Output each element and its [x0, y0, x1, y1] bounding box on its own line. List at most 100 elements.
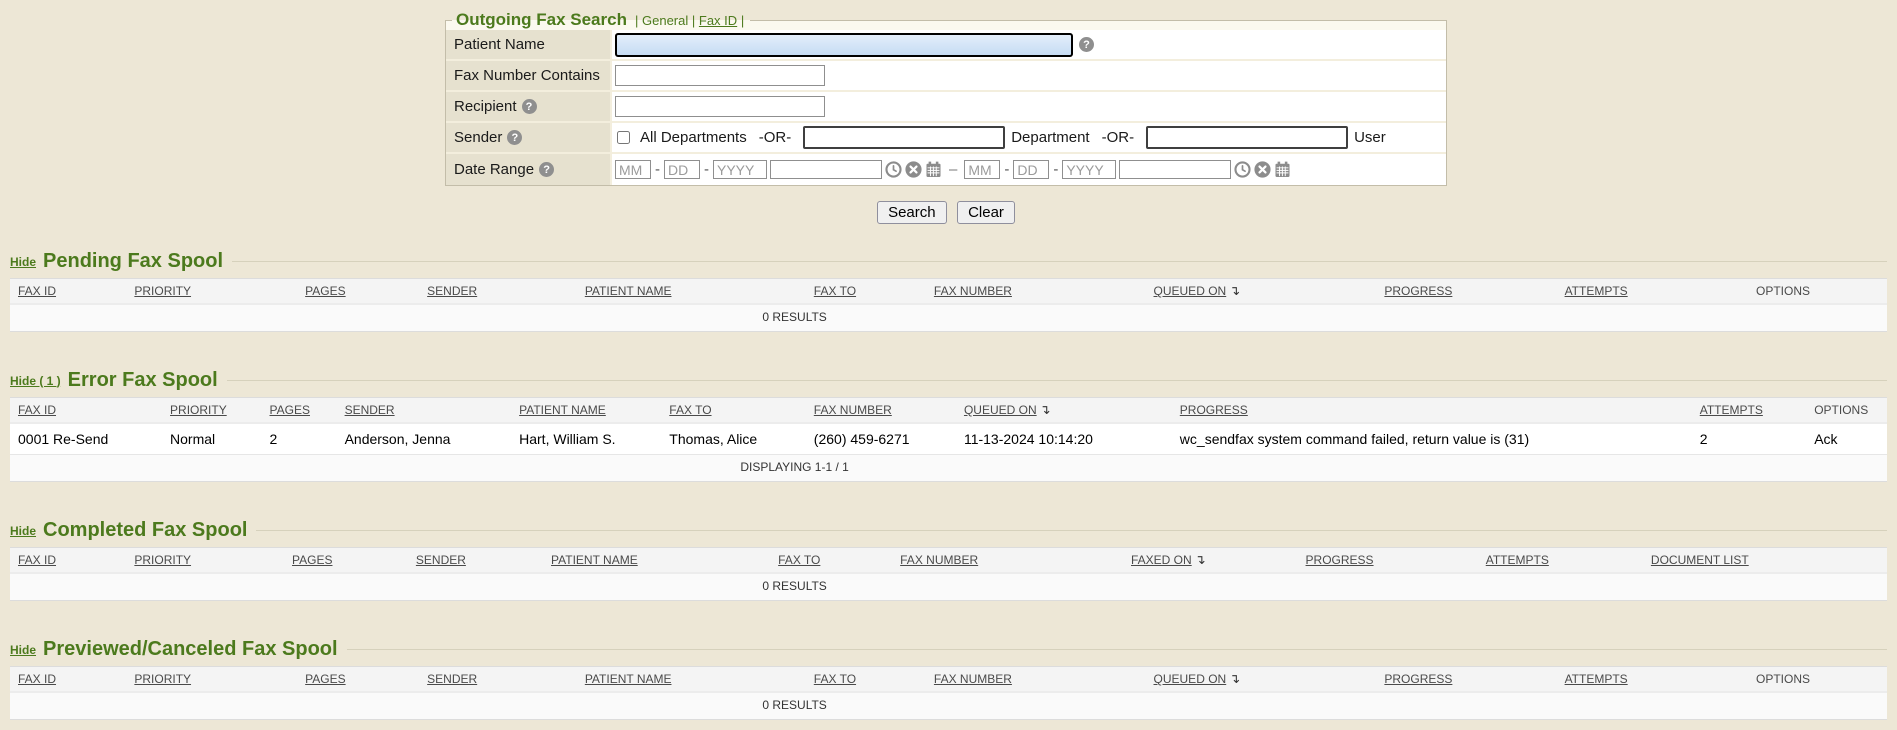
column-header[interactable]: ATTEMPTS [1486, 553, 1549, 567]
fax-number-input[interactable] [615, 65, 825, 86]
column-header-cell: SENDER [337, 398, 512, 424]
column-header[interactable]: FAX TO [778, 553, 820, 567]
clear-date-icon[interactable] [905, 161, 922, 178]
heading-rule [256, 530, 1887, 531]
recipient-input[interactable] [615, 96, 825, 117]
hide-link[interactable]: Hide [10, 643, 36, 657]
table-cell: Thomas, Alice [661, 423, 806, 455]
column-header-cell: PRIORITY [126, 667, 297, 693]
column-header[interactable]: PROGRESS [1384, 672, 1452, 686]
column-header[interactable]: SENDER [345, 403, 395, 417]
column-header-cell: FAX NUMBER [892, 548, 1123, 574]
column-header[interactable]: FAXED ON [1131, 553, 1192, 567]
hide-link[interactable]: Hide ( 1 ) [10, 374, 61, 388]
clear-button[interactable]: Clear [957, 201, 1015, 224]
column-header[interactable]: FAX NUMBER [934, 672, 1012, 686]
user-label: User [1354, 129, 1386, 146]
table-cell: 2 [262, 423, 337, 455]
clock-icon[interactable] [1234, 161, 1251, 178]
column-header[interactable]: PRIORITY [170, 403, 227, 417]
column-header[interactable]: PAGES [292, 553, 332, 567]
column-header[interactable]: FAX TO [814, 672, 856, 686]
column-header-cell: DOCUMENT LIST [1643, 548, 1887, 574]
column-header[interactable]: PROGRESS [1384, 284, 1452, 298]
patient-name-input[interactable] [615, 33, 1073, 57]
calendar-icon[interactable] [1274, 161, 1291, 178]
header-row: FAX ID PRIORITY PAGES SENDER PATIENT NAME FAX… [10, 398, 1887, 424]
column-header[interactable]: PRIORITY [134, 672, 191, 686]
clock-icon[interactable] [885, 161, 902, 178]
table-cell: Hart, William S. [511, 423, 661, 455]
column-header[interactable]: FAX NUMBER [814, 403, 892, 417]
to-year-input[interactable] [1062, 160, 1116, 179]
column-header[interactable]: QUEUED ON [1154, 672, 1227, 686]
column-header[interactable]: QUEUED ON [964, 403, 1037, 417]
column-header[interactable]: PATIENT NAME [519, 403, 606, 417]
column-header[interactable]: QUEUED ON [1154, 284, 1227, 298]
column-header[interactable]: ATTEMPTS [1700, 403, 1763, 417]
sort-desc-icon: ↴ [1195, 552, 1206, 568]
column-header[interactable]: FAX ID [18, 672, 56, 686]
column-header-cell: FAX TO [661, 398, 806, 424]
column-header[interactable]: PROGRESS [1306, 553, 1374, 567]
column-header[interactable]: FAX NUMBER [900, 553, 978, 567]
column-header[interactable]: DOCUMENT LIST [1651, 553, 1749, 567]
column-header[interactable]: FAX TO [814, 284, 856, 298]
hide-link[interactable]: Hide [10, 524, 36, 538]
column-header-cell: FAX TO [770, 548, 892, 574]
help-icon[interactable]: ? [522, 99, 537, 114]
fax-id-search-link[interactable]: Fax ID [699, 13, 737, 28]
column-header[interactable]: FAX TO [669, 403, 711, 417]
department-input[interactable] [803, 126, 1005, 149]
column-header[interactable]: PRIORITY [134, 284, 191, 298]
results-count: 0 RESULTS [10, 579, 1579, 593]
results-count: 0 RESULTS [10, 310, 1579, 324]
column-header-cell: FAX ID [10, 398, 162, 424]
separator: | [635, 13, 638, 28]
column-header-cell: OPTIONS [1748, 279, 1887, 305]
all-departments-checkbox[interactable] [617, 131, 630, 144]
department-label: Department [1011, 129, 1089, 146]
column-header[interactable]: PROGRESS [1180, 403, 1248, 417]
to-time-input[interactable] [1119, 160, 1231, 179]
column-header-cell: PATIENT NAME [577, 667, 806, 693]
column-header[interactable]: PAGES [305, 284, 345, 298]
column-header[interactable]: FAX ID [18, 403, 56, 417]
column-header[interactable]: PATIENT NAME [585, 284, 672, 298]
from-month-input[interactable] [615, 160, 651, 179]
all-departments-label: All Departments [640, 129, 747, 146]
fax-spool-sections: HidePending Fax SpoolFAX IDPRIORITYPAGES… [10, 250, 1887, 720]
user-input[interactable] [1146, 126, 1348, 149]
to-day-input[interactable] [1013, 160, 1049, 179]
column-header[interactable]: ATTEMPTS [1565, 284, 1628, 298]
from-time-input[interactable] [770, 160, 882, 179]
help-icon[interactable]: ? [539, 162, 554, 177]
column-header[interactable]: PAGES [270, 403, 310, 417]
column-header[interactable]: PRIORITY [134, 553, 191, 567]
column-header[interactable]: PAGES [305, 672, 345, 686]
general-search-link[interactable]: General [642, 13, 688, 28]
column-header-cell: FAX NUMBER [926, 279, 1146, 305]
column-header[interactable]: SENDER [416, 553, 466, 567]
from-day-input[interactable] [664, 160, 700, 179]
help-icon[interactable]: ? [1079, 37, 1094, 52]
hide-link[interactable]: Hide [10, 255, 36, 269]
column-header[interactable]: FAX ID [18, 284, 56, 298]
table-cell: 11-13-2024 10:14:20 [956, 423, 1172, 455]
table-cell: 2 [1692, 423, 1806, 455]
to-month-input[interactable] [964, 160, 1000, 179]
clear-date-icon[interactable] [1254, 161, 1271, 178]
column-header[interactable]: PATIENT NAME [551, 553, 638, 567]
search-button[interactable]: Search [877, 201, 947, 224]
column-header[interactable]: SENDER [427, 284, 477, 298]
column-header[interactable]: FAX ID [18, 553, 56, 567]
footer-row: DISPLAYING 1-1 / 1 [10, 455, 1887, 482]
column-header[interactable]: FAX NUMBER [934, 284, 1012, 298]
column-header[interactable]: SENDER [427, 672, 477, 686]
column-header-cell: ATTEMPTS [1557, 279, 1748, 305]
help-icon[interactable]: ? [507, 130, 522, 145]
column-header[interactable]: ATTEMPTS [1565, 672, 1628, 686]
calendar-icon[interactable] [925, 161, 942, 178]
from-year-input[interactable] [713, 160, 767, 179]
column-header[interactable]: PATIENT NAME [585, 672, 672, 686]
